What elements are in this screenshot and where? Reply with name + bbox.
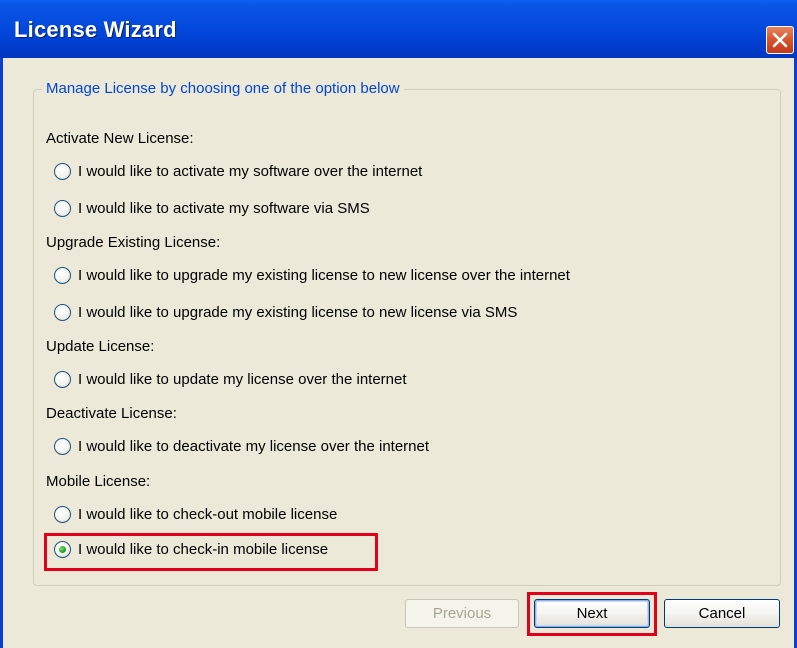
radio-upgrade-internet[interactable]: I would like to upgrade my existing lice… — [54, 267, 570, 284]
section-label-mobile: Mobile License: — [46, 473, 151, 490]
section-label-activate: Activate New License: — [46, 130, 194, 147]
option-label: I would like to activate my software via… — [78, 200, 370, 217]
option-label: I would like to activate my software ove… — [78, 163, 423, 180]
radio-button[interactable] — [54, 163, 71, 180]
groupbox-legend: Manage License by choosing one of the op… — [42, 80, 404, 97]
close-button[interactable] — [766, 26, 794, 54]
option-label: I would like to deactivate my license ov… — [78, 438, 430, 455]
radio-activate-internet[interactable]: I would like to activate my software ove… — [54, 163, 422, 180]
radio-button[interactable] — [54, 304, 71, 321]
radio-deactivate-internet[interactable]: I would like to deactivate my license ov… — [54, 438, 429, 455]
window-title: License Wizard — [14, 17, 177, 42]
option-label: I would like to upgrade my existing lice… — [78, 304, 518, 321]
section-label-update: Update License: — [46, 338, 155, 355]
title-bar[interactable]: License Wizard — [0, 0, 797, 58]
radio-button[interactable] — [54, 371, 71, 388]
radio-button[interactable] — [54, 267, 71, 284]
radio-button[interactable] — [54, 438, 71, 455]
previous-button[interactable]: Previous — [405, 599, 519, 628]
cancel-button[interactable]: Cancel — [664, 599, 780, 628]
section-label-upgrade: Upgrade Existing License: — [46, 234, 221, 251]
radio-activate-sms[interactable]: I would like to activate my software via… — [54, 200, 370, 217]
radio-mobile-checkout[interactable]: I would like to check-out mobile license — [54, 506, 337, 523]
checkin-option-highlight — [44, 533, 378, 571]
next-button-highlight — [527, 592, 657, 636]
radio-upgrade-sms[interactable]: I would like to upgrade my existing lice… — [54, 304, 517, 321]
section-label-deactivate: Deactivate License: — [46, 405, 177, 422]
option-label: I would like to check-out mobile license — [78, 506, 338, 523]
radio-button[interactable] — [54, 506, 71, 523]
radio-button[interactable] — [54, 200, 71, 217]
option-label: I would like to upgrade my existing lice… — [78, 267, 570, 284]
option-label: I would like to update my license over t… — [78, 371, 407, 388]
radio-update-internet[interactable]: I would like to update my license over t… — [54, 371, 407, 388]
close-x-icon — [772, 32, 788, 48]
